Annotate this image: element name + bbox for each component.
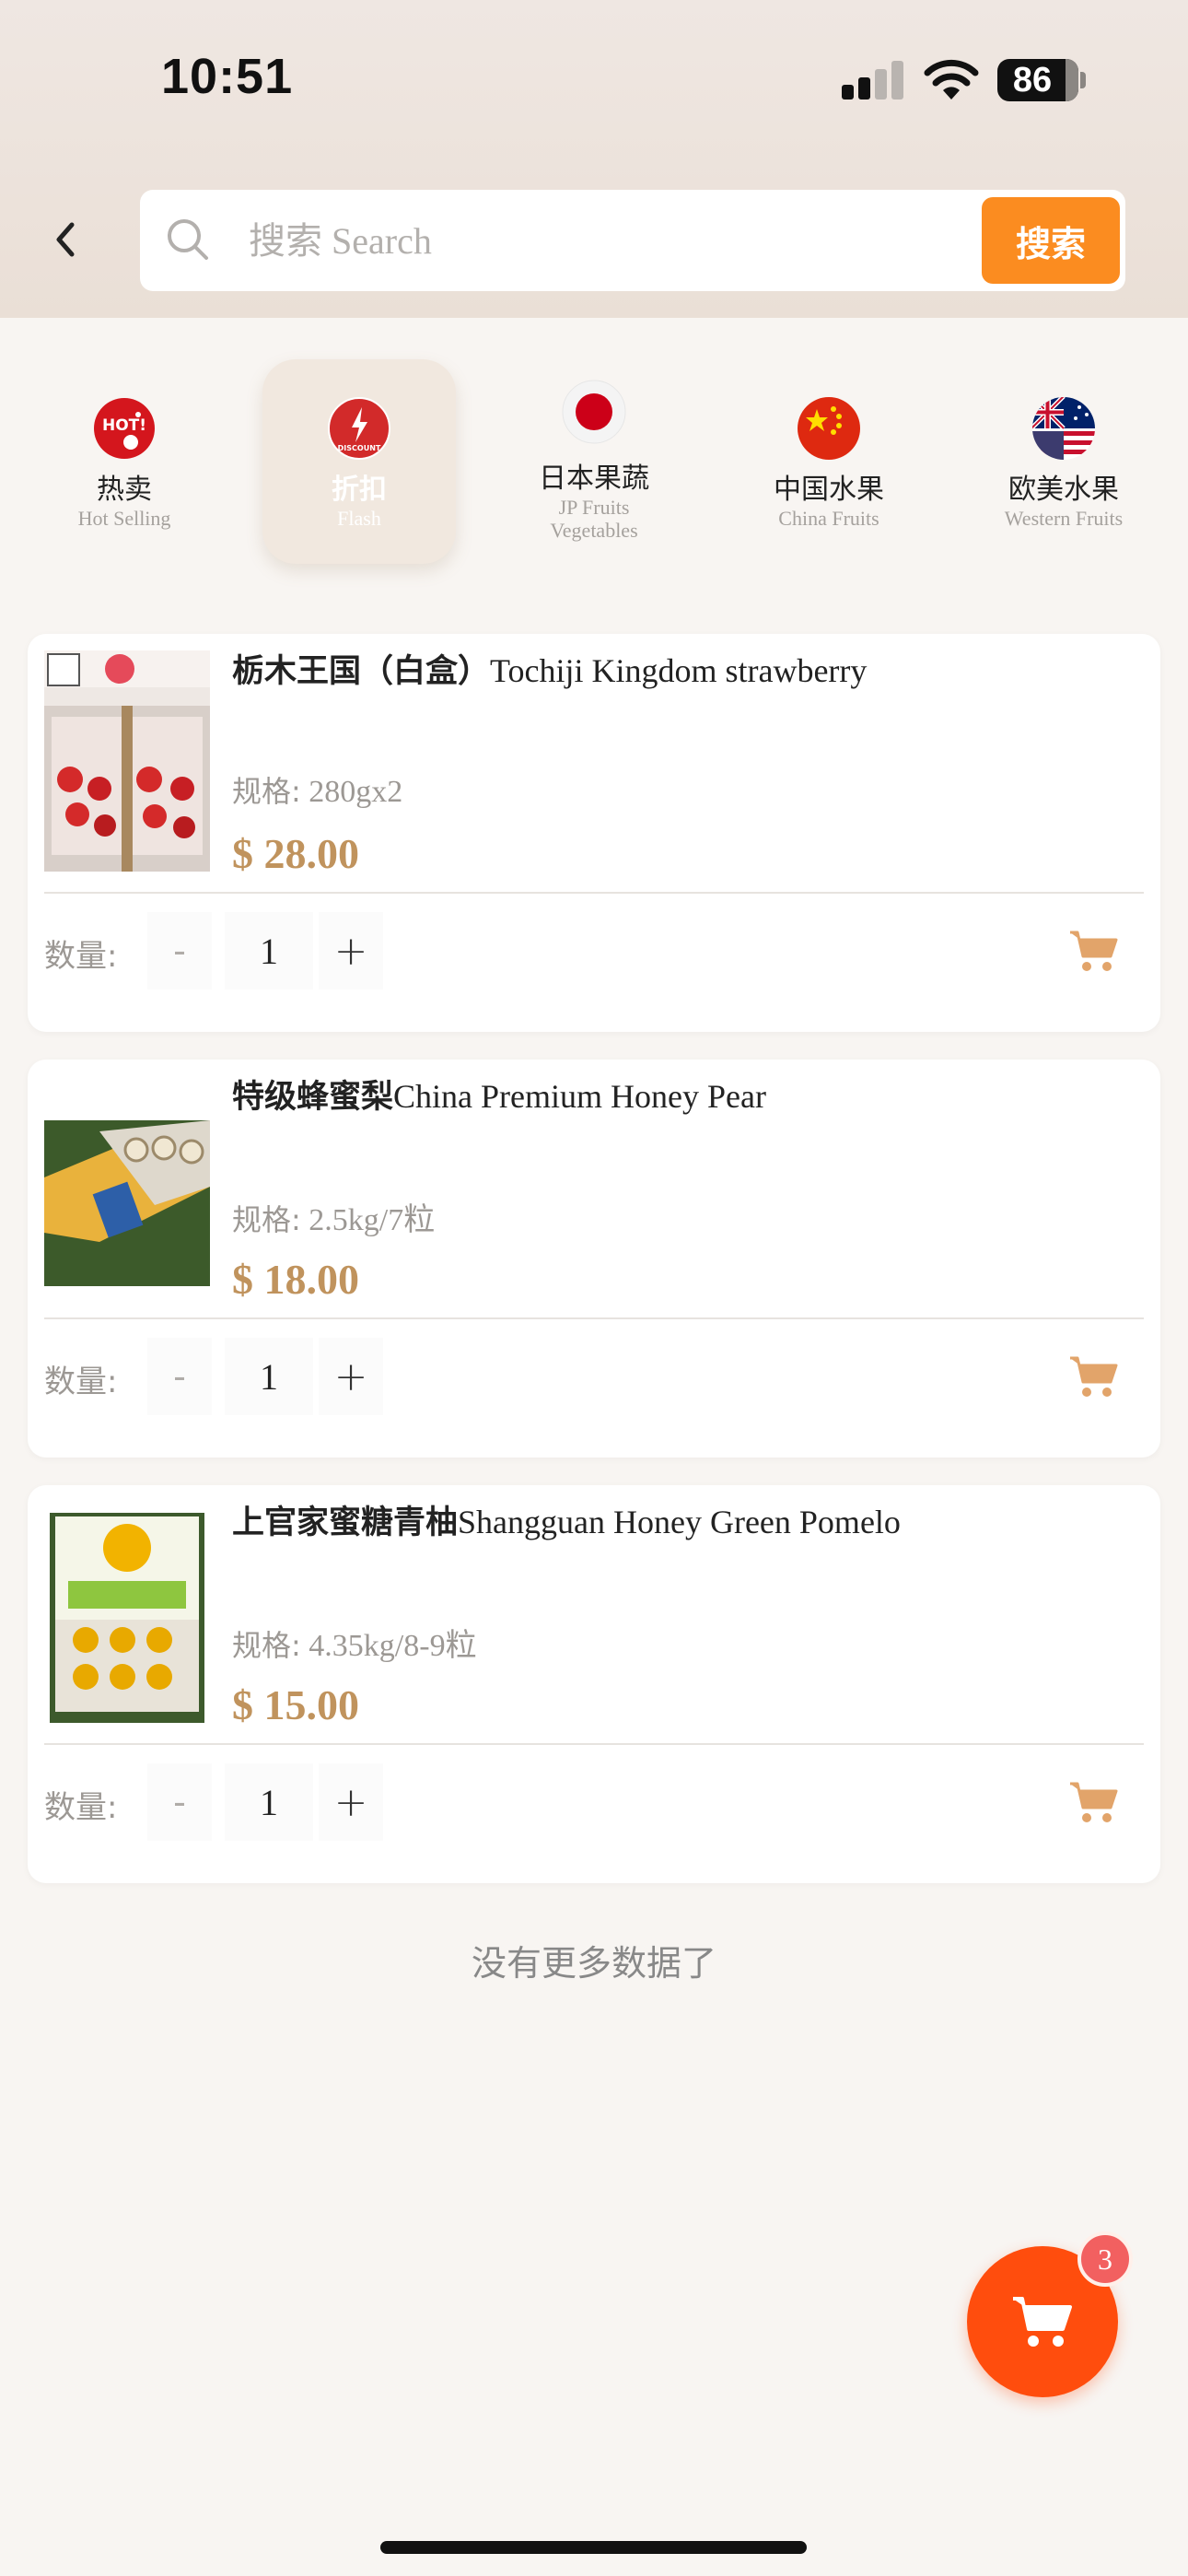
product-image-honey-pear — [44, 1076, 210, 1297]
product-name: 栃木王国（白盒）Tochiji Kingdom strawberry — [232, 652, 868, 690]
category-sublabel: Hot Selling — [77, 507, 171, 530]
product-spec: 规格: 2.5kg/7粒 — [232, 1202, 436, 1237]
category-label: 日本果蔬 — [539, 463, 649, 495]
category-china-fruits[interactable]: 中国水果 China Fruits — [732, 359, 926, 564]
category-tabs: HOT! 热卖 Hot Selling DISCOUNT 折扣 Flash 日本… — [0, 359, 1188, 567]
search-input[interactable] — [249, 208, 985, 273]
hot-badge-icon: HOT! — [94, 398, 155, 459]
svg-text:HOT!: HOT! — [102, 416, 146, 435]
category-sublabel: Western Fruits — [1004, 507, 1124, 530]
category-sublabel: China Fruits — [778, 507, 879, 530]
category-flash[interactable]: DISCOUNT 折扣 Flash — [262, 359, 456, 564]
product-name: 特级蜂蜜梨China Premium Honey Pear — [232, 1078, 766, 1116]
wifi-icon — [924, 59, 979, 100]
product-price: $ 28.00 — [232, 830, 359, 877]
product-image-strawberry — [44, 650, 210, 872]
cellular-signal-icon — [842, 61, 904, 100]
add-to-cart-icon[interactable] — [1068, 1780, 1120, 1824]
battery-nub — [1080, 72, 1086, 88]
quantity-input[interactable] — [225, 1338, 313, 1415]
japan-flag-icon — [562, 380, 626, 444]
category-sublabel: Flash — [337, 507, 381, 530]
back-arrow-icon[interactable] — [46, 214, 83, 265]
china-flag-icon — [798, 397, 860, 460]
product-spec: 规格: 280gx2 — [232, 774, 403, 809]
cart-icon — [1013, 2297, 1072, 2347]
home-indicator — [380, 2541, 807, 2554]
quantity-label: 数量: — [44, 1364, 118, 1400]
divider — [44, 892, 1144, 894]
category-label: 热卖 — [97, 474, 152, 506]
product-name: 上官家蜜糖青柚Shangguan Honey Green Pomelo — [232, 1504, 901, 1541]
quantity-label: 数量: — [44, 938, 118, 975]
quantity-increase-button[interactable]: + — [319, 912, 383, 989]
svg-text:DISCOUNT: DISCOUNT — [338, 444, 381, 452]
product-price: $ 18.00 — [232, 1256, 359, 1303]
divider — [44, 1743, 1144, 1745]
category-label: 中国水果 — [774, 474, 884, 506]
discount-badge-icon: DISCOUNT — [328, 397, 390, 460]
product-price: $ 15.00 — [232, 1681, 359, 1728]
product-card[interactable]: 栃木王国（白盒）Tochiji Kingdom strawberry 规格: 2… — [28, 634, 1160, 1032]
us-australia-flag-icon — [1032, 397, 1095, 460]
quantity-label: 数量: — [44, 1789, 118, 1826]
quantity-increase-button[interactable]: + — [319, 1338, 383, 1415]
category-label: 欧美水果 — [1008, 474, 1119, 506]
quantity-input[interactable] — [225, 1763, 313, 1841]
quantity-decrease-button[interactable]: - — [147, 1763, 212, 1841]
category-label: 折扣 — [332, 474, 387, 506]
product-card[interactable]: 特级蜂蜜梨China Premium Honey Pear 规格: 2.5kg/… — [28, 1060, 1160, 1458]
page: 10:51 86 搜索 HOT! 热卖 H — [0, 0, 1188, 2576]
battery-indicator: 86 — [997, 59, 1078, 101]
no-more-data-text: 没有更多数据了 — [471, 1943, 716, 1984]
category-jp-fruits[interactable]: 日本果蔬 JP Fruits Vegetables — [497, 359, 691, 564]
product-card[interactable]: 上官家蜜糖青柚Shangguan Honey Green Pomelo 规格: … — [28, 1485, 1160, 1883]
product-image-pomelo — [44, 1502, 210, 1723]
quantity-decrease-button[interactable]: - — [147, 912, 212, 989]
quantity-increase-button[interactable]: + — [319, 1763, 383, 1841]
add-to-cart-icon[interactable] — [1068, 929, 1120, 973]
category-hot-selling[interactable]: HOT! 热卖 Hot Selling — [28, 359, 221, 564]
category-sublabel: JP Fruits Vegetables — [550, 496, 638, 542]
category-western-fruits[interactable]: 欧美水果 Western Fruits — [967, 359, 1160, 564]
product-spec: 规格: 4.35kg/8-9粒 — [232, 1628, 477, 1663]
search-bar: 搜索 — [140, 190, 1125, 291]
divider — [44, 1317, 1144, 1319]
status-time: 10:51 — [161, 49, 294, 104]
search-button[interactable]: 搜索 — [982, 197, 1120, 284]
quantity-input[interactable] — [225, 912, 313, 989]
quantity-decrease-button[interactable]: - — [147, 1338, 212, 1415]
search-icon — [168, 219, 208, 260]
add-to-cart-icon[interactable] — [1068, 1354, 1120, 1399]
cart-count-badge: 3 — [1077, 2231, 1133, 2287]
